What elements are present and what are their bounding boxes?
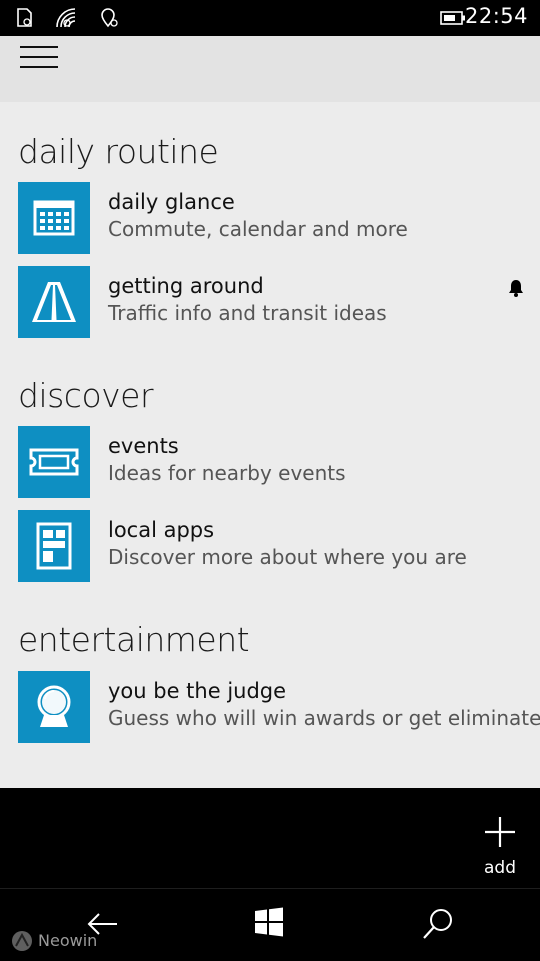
list-item-local-apps[interactable]: local apps Discover more about where you…: [18, 510, 540, 582]
app-bar: add: [0, 788, 540, 888]
add-button[interactable]: add: [478, 810, 522, 880]
section-title-discover: discover: [18, 376, 154, 415]
navigation-bar: Neowin: [0, 888, 540, 961]
clock-time: 22:54: [464, 4, 528, 28]
plus-icon: [485, 817, 515, 847]
item-title: events: [108, 434, 179, 458]
item-title: getting around: [108, 274, 264, 298]
bell-icon: [509, 280, 523, 297]
list-item-getting-around[interactable]: getting around Traffic info and transit …: [18, 266, 540, 338]
section-title-entertainment: entertainment: [18, 620, 250, 659]
sim-icon: [17, 8, 32, 27]
item-subtitle: Traffic info and transit ideas: [108, 301, 387, 325]
item-title: daily glance: [108, 190, 235, 214]
header-bar: [0, 36, 540, 102]
road-icon: [18, 266, 90, 338]
item-subtitle: Commute, calendar and more: [108, 217, 408, 241]
hamburger-icon[interactable]: [20, 46, 58, 70]
item-title: local apps: [108, 518, 215, 542]
item-subtitle: Guess who will win awards or get elimina…: [108, 706, 540, 730]
crystal-ball-icon: [18, 671, 90, 743]
ticket-icon: [18, 426, 90, 498]
neowin-logo-icon: [12, 931, 32, 951]
item-subtitle: Ideas for nearby events: [108, 461, 346, 485]
list-item-daily-glance[interactable]: daily glance Commute, calendar and more: [18, 182, 540, 254]
neowin-watermark: Neowin: [38, 931, 98, 950]
battery-icon: [440, 11, 465, 25]
search-icon[interactable]: [421, 907, 455, 941]
wifi-icon: [56, 8, 76, 28]
list-item-you-be-the-judge[interactable]: you be the judge Guess who will win awar…: [18, 671, 540, 743]
item-subtitle: Discover more about where you are: [108, 545, 467, 569]
item-title: you be the judge: [108, 679, 287, 703]
location-icon: [101, 8, 118, 28]
list-item-events[interactable]: events Ideas for nearby events: [18, 426, 540, 498]
add-label: add: [484, 858, 516, 878]
main-content: daily routine daily glance Commute, cale…: [0, 102, 540, 788]
section-title-daily-routine: daily routine: [18, 132, 219, 171]
calendar-icon: [18, 182, 90, 254]
status-bar: 22:54: [0, 0, 540, 36]
windows-logo-icon[interactable]: [254, 907, 284, 937]
app-layout-icon: [18, 510, 90, 582]
